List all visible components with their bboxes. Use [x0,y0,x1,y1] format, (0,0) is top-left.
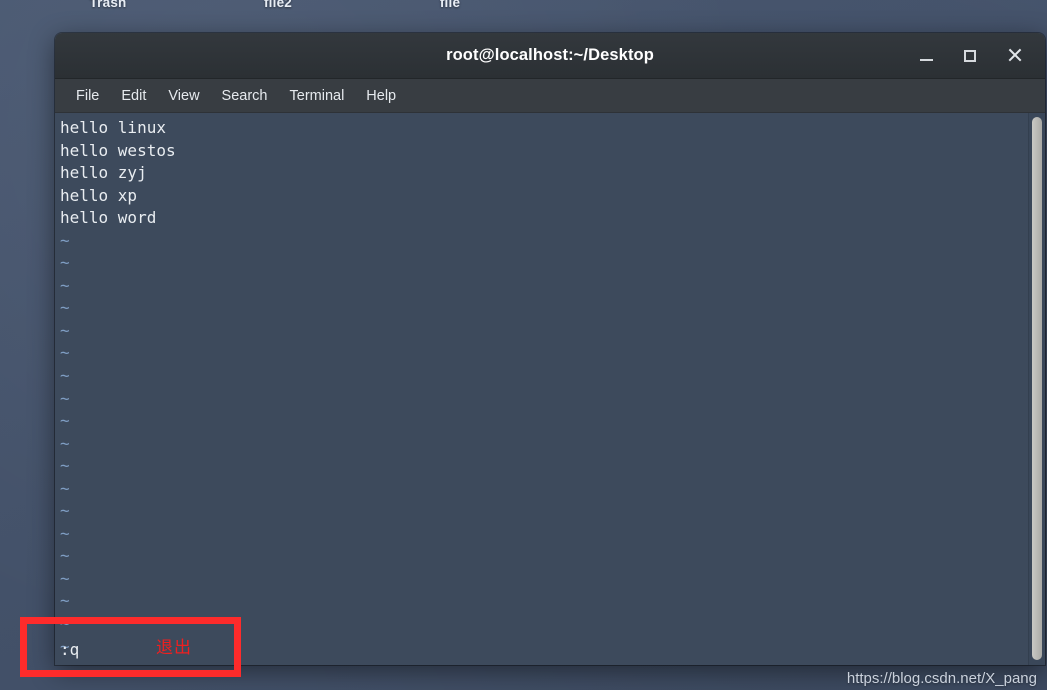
minimize-button[interactable] [905,39,947,73]
vim-empty-line-marker: ~ [60,568,70,588]
vim-empty-line-marker: ~ [60,388,70,408]
vim-empty-line-marker: ~ [60,366,70,386]
maximize-icon [964,49,976,62]
terminal-line: hello westos [60,140,176,160]
minimize-icon [919,59,933,61]
vim-empty-line-marker: ~ [60,230,70,250]
menu-bar: File Edit View Search Terminal Help [55,79,1045,113]
vim-empty-line-marker: ~ [60,591,70,611]
terminal-scrollbar[interactable] [1028,113,1045,665]
close-icon [1007,48,1022,63]
vim-empty-line-marker: ~ [60,501,70,521]
terminal-line: hello xp [60,185,138,205]
desktop-icon-file-label[interactable]: file [390,0,510,10]
terminal-text-area[interactable]: hello linux hello westos hello zyj hello xp… [55,113,1028,665]
vim-empty-line-marker: ~ [60,343,70,363]
vim-empty-line-marker: ~ [60,614,70,634]
menu-item-file[interactable]: File [65,84,110,108]
vim-empty-line-marker: ~ [60,546,70,566]
vim-empty-line-marker: ~ [60,253,70,273]
vim-empty-line-marker: ~ [60,320,70,340]
vim-empty-line-marker: ~ [60,298,70,318]
terminal-line: hello zyj [60,163,147,183]
close-button[interactable] [993,39,1035,73]
window-controls [905,33,1035,78]
scrollbar-thumb[interactable] [1032,117,1042,660]
menu-item-edit[interactable]: Edit [110,84,157,108]
screenshot-root: Trash file2 file root@localhost:~/Deskto… [0,0,1047,690]
terminal-window: root@localhost:~/Desktop File Edit View … [55,33,1045,665]
vim-empty-line-marker: ~ [60,411,70,431]
vim-empty-line-marker: ~ [60,523,70,543]
menu-item-terminal[interactable]: Terminal [279,84,356,108]
terminal-line: hello word [60,208,157,228]
vim-empty-line-marker: ~ [60,433,70,453]
watermark-text: https://blog.csdn.net/X_pang [846,670,1037,687]
vim-empty-line-marker: ~ [60,275,70,295]
terminal-line: hello linux [60,118,166,137]
annotation-label: 退出 [156,638,192,658]
window-title: root@localhost:~/Desktop [446,46,654,64]
vim-command-line[interactable]: :q [60,639,1045,661]
vim-empty-line-marker: ~ [60,456,70,476]
vim-empty-line-marker: ~ [60,478,70,498]
terminal-body[interactable]: hello linux hello westos hello zyj hello xp… [55,113,1045,665]
desktop-icon-file2-label[interactable]: file2 [218,0,338,10]
window-titlebar[interactable]: root@localhost:~/Desktop [55,33,1045,79]
desktop-icon-trash-label[interactable]: Trash [48,0,168,10]
menu-item-help[interactable]: Help [355,84,407,108]
menu-item-view[interactable]: View [157,84,210,108]
menu-item-search[interactable]: Search [211,84,279,108]
maximize-button[interactable] [949,39,991,73]
